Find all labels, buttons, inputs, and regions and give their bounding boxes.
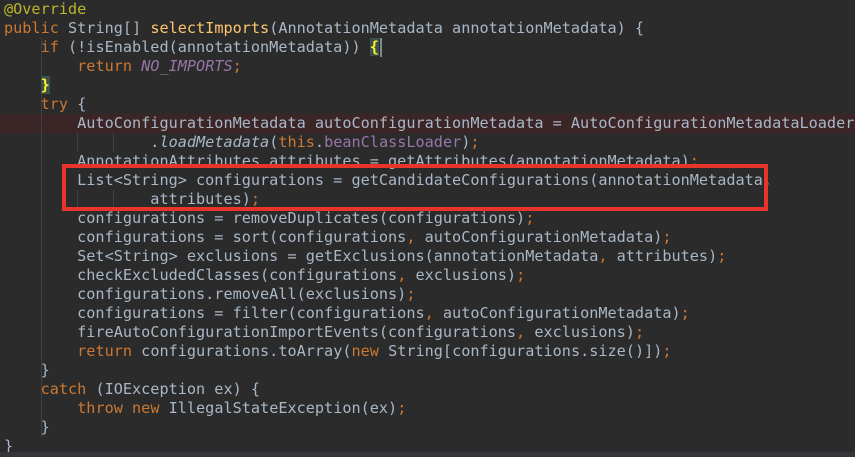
code-token: exclusions): [525, 323, 635, 341]
code-token: (IOException ex) {: [86, 380, 261, 398]
code-token: new: [351, 342, 379, 360]
code-editor[interactable]: @Override public String[] selectImports(A…: [0, 0, 855, 457]
code-token: fireAutoConfigurationImportEvents(config…: [4, 323, 517, 341]
code-token: NO_IMPORTS: [141, 57, 233, 75]
bottom-edge-strip: [0, 452, 855, 457]
code-token: selectImports: [150, 19, 270, 37]
code-token: {: [68, 95, 87, 113]
code-token: if: [40, 38, 59, 56]
code-token: String[configurations.size()]): [378, 342, 663, 360]
code-token: AutoConfigurationMetadata autoConfigurat…: [4, 114, 855, 132]
code-token: .: [314, 133, 325, 151]
code-token: ;: [717, 247, 727, 265]
code-token: return: [77, 57, 133, 75]
code-token: .: [4, 133, 160, 151]
code-token: beanClassLoader: [324, 133, 462, 151]
code-token: ,: [598, 247, 608, 265]
code-token: IllegalStateException(ex): [159, 399, 398, 417]
code-token: ;: [406, 285, 416, 303]
code-token: ;: [470, 133, 480, 151]
code-token: ;: [525, 209, 535, 227]
code-token: ;: [516, 266, 526, 284]
code-token: (!isEnabled(annotationMetadata)): [58, 38, 370, 56]
code-token: attributes): [607, 247, 718, 265]
code-line-5[interactable]: }: [4, 76, 854, 95]
code-token: exclusions): [406, 266, 517, 284]
code-token: catch: [40, 380, 87, 398]
code-text: @Override public String[] selectImports(A…: [4, 0, 854, 456]
code-token: }: [4, 361, 50, 379]
code-token: autoConfigurationMetadata): [415, 228, 663, 246]
code-line-23[interactable]: }: [4, 418, 854, 437]
code-line-6[interactable]: try {: [4, 95, 854, 114]
code-token: public: [4, 19, 59, 37]
code-line-22[interactable]: throw new IllegalStateException(ex);: [4, 399, 854, 418]
code-line-1[interactable]: @Override: [4, 0, 854, 19]
code-line-17[interactable]: configurations = filter(configurations, …: [4, 304, 854, 323]
code-line-18[interactable]: fireAutoConfigurationImportEvents(config…: [4, 323, 854, 342]
code-line-13[interactable]: configurations = sort(configurations, au…: [4, 228, 854, 247]
code-token: configurations = sort(configurations: [4, 228, 407, 246]
code-token: ;: [662, 342, 672, 360]
code-token: @Override: [4, 0, 87, 18]
code-token: ;: [232, 57, 242, 75]
code-line-16[interactable]: configurations.removeAll(exclusions);: [4, 285, 854, 304]
code-token: Set<String> exclusions = getExclusions(a…: [4, 247, 599, 265]
code-line-4[interactable]: return NO_IMPORTS;: [4, 57, 854, 76]
code-token: checkExcludedClasses(configurations: [4, 266, 398, 284]
code-line-7[interactable]: AutoConfigurationMetadata autoConfigurat…: [4, 114, 854, 133]
code-token: ;: [680, 304, 690, 322]
text-caret: [379, 38, 382, 57]
code-line-21[interactable]: catch (IOException ex) {: [4, 380, 854, 399]
code-token: try: [40, 95, 69, 113]
code-token: ;: [662, 228, 672, 246]
code-token: }: [4, 418, 50, 436]
code-token: ,: [516, 323, 526, 341]
code-token: throw: [77, 399, 123, 417]
code-token: }: [40, 76, 50, 94]
code-line-12[interactable]: configurations = removeDuplicates(config…: [4, 209, 854, 228]
code-token: ;: [634, 323, 645, 341]
code-token: (AnnotationMetadata annotationMetadata) …: [269, 19, 645, 37]
code-token: String[]: [58, 19, 151, 37]
code-token: {: [369, 38, 379, 56]
code-token: loadMetadata: [159, 133, 270, 151]
code-token: return: [77, 342, 133, 360]
code-line-19[interactable]: return configurations.toArray(new String…: [4, 342, 854, 361]
code-token: new: [132, 399, 160, 417]
code-line-3[interactable]: if (!isEnabled(annotationMetadata)) {: [4, 38, 854, 57]
code-line-15[interactable]: checkExcludedClasses(configurations, exc…: [4, 266, 854, 285]
code-line-20[interactable]: }: [4, 361, 854, 380]
code-token: this: [278, 133, 315, 151]
code-token: configurations = filter(configurations: [4, 304, 425, 322]
code-token: ,: [397, 266, 407, 284]
code-token: configurations.removeAll(exclusions): [4, 285, 407, 303]
code-token: ;: [397, 399, 407, 417]
code-line-14[interactable]: Set<String> exclusions = getExclusions(a…: [4, 247, 854, 266]
code-line-8[interactable]: .loadMetadata(this.beanClassLoader);: [4, 133, 854, 152]
annotation-highlight-box: [62, 164, 768, 211]
code-line-2[interactable]: public String[] selectImports(Annotation…: [4, 19, 854, 38]
code-token: (: [269, 133, 279, 151]
code-token: ,: [424, 304, 434, 322]
code-token: configurations.toArray(: [132, 342, 352, 360]
code-token: configurations = removeDuplicates(config…: [4, 209, 526, 227]
code-token: autoConfigurationMetadata): [433, 304, 681, 322]
